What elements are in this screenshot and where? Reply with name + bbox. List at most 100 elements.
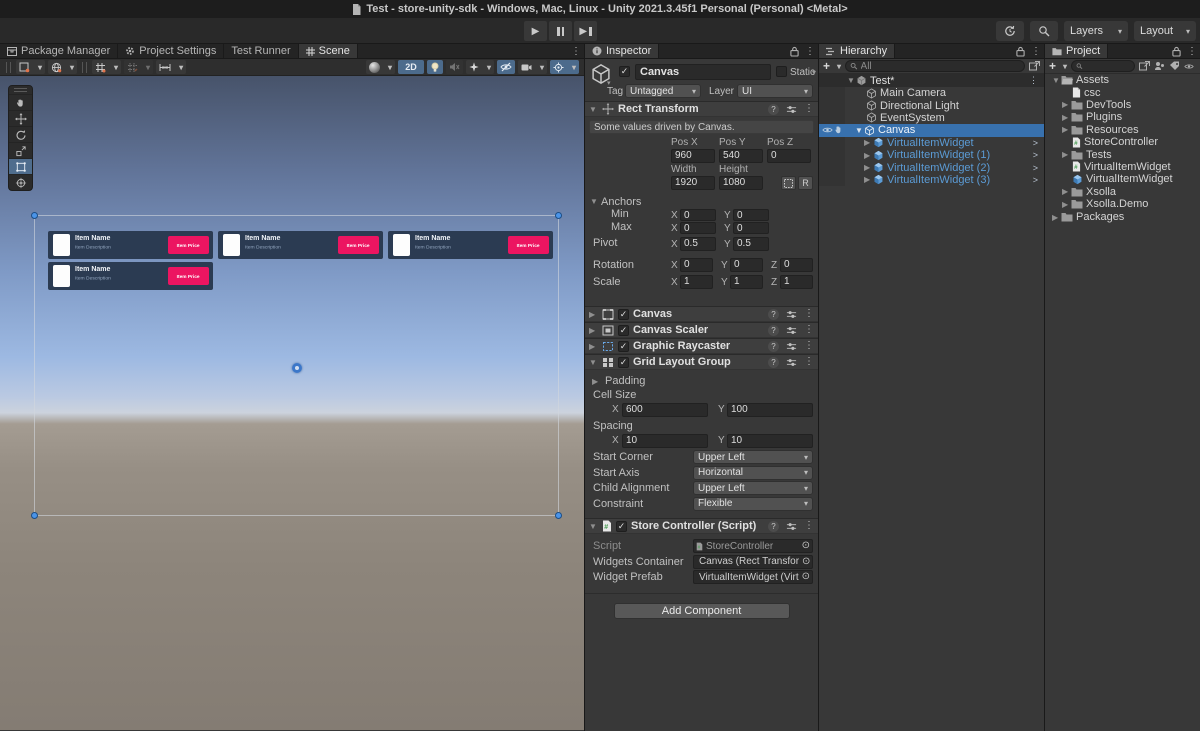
- widget-prefab-field[interactable]: # VirtualItemWidget (Virt ⊙: [693, 570, 813, 584]
- foldout-closed-icon[interactable]: ▶: [589, 310, 598, 319]
- inspector-menu-kebab[interactable]: ⋮: [805, 47, 815, 57]
- item-price-button[interactable]: Item Price: [508, 236, 549, 254]
- presets-icon[interactable]: [786, 341, 797, 352]
- scale-y-field[interactable]: 1: [730, 275, 763, 289]
- foldout-open-icon[interactable]: ▼: [589, 358, 598, 367]
- graphic-raycaster-header[interactable]: ▶ ✓ Graphic Raycaster ? ⋮: [585, 338, 818, 354]
- snap-increment-button[interactable]: ▾: [124, 60, 153, 74]
- static-dropdown-arrow[interactable]: ▾: [812, 68, 816, 77]
- asset-store-icon[interactable]: [1154, 61, 1165, 71]
- spacing-x-field[interactable]: 10: [622, 434, 708, 448]
- scene-menu-kebab[interactable]: ⋮: [1029, 76, 1038, 85]
- play-button[interactable]: ▶: [524, 21, 547, 41]
- pos-z-field[interactable]: 0: [767, 149, 811, 163]
- tab-package-manager[interactable]: Package Manager: [0, 44, 118, 58]
- hierarchy-item-directional-light[interactable]: Directional Light: [819, 99, 1044, 111]
- help-icon[interactable]: ?: [768, 341, 779, 352]
- active-checkbox[interactable]: ✓: [619, 66, 630, 77]
- tab-hierarchy[interactable]: Hierarchy: [819, 44, 895, 58]
- scene-viewport[interactable]: Item Name Item Description Item Price It…: [0, 76, 584, 730]
- lock-icon[interactable]: [790, 46, 799, 57]
- picking-hand-icon[interactable]: [834, 125, 843, 135]
- help-icon[interactable]: ?: [768, 104, 779, 115]
- component-enabled-checkbox[interactable]: ✓: [618, 341, 629, 352]
- scale-tool-button[interactable]: [9, 142, 32, 158]
- pivot-y-field[interactable]: 0.5: [733, 237, 769, 251]
- help-icon[interactable]: ?: [768, 357, 779, 368]
- start-axis-dropdown[interactable]: Horizontal▾: [693, 466, 813, 480]
- layers-dropdown[interactable]: Layers▾: [1064, 21, 1128, 41]
- raw-edit-button[interactable]: R: [798, 176, 813, 190]
- virtual-item-widget-card[interactable]: Item Name Item Description Item Price: [388, 231, 553, 259]
- effects-toggle[interactable]: ▾: [466, 60, 494, 74]
- scale-x-field[interactable]: 1: [680, 275, 713, 289]
- grid-layout-group-header[interactable]: ▼ ✓ Grid Layout Group ? ⋮: [585, 354, 818, 370]
- foldout-closed-icon[interactable]: ▶: [1062, 100, 1071, 109]
- anchor-max-y-field[interactable]: 0: [733, 222, 769, 234]
- hand-tool-button[interactable]: [9, 94, 32, 110]
- gizmos-toggle[interactable]: ▾: [550, 60, 579, 74]
- hierarchy-item-virtualitemwidget-2[interactable]: ▶ VirtualItemWidget (2) >: [819, 161, 1044, 173]
- camera-settings-button[interactable]: ▾: [518, 60, 547, 74]
- tool-handle-position-button[interactable]: ▾: [16, 60, 45, 74]
- project-item-devtools[interactable]: ▶ DevTools: [1045, 99, 1200, 111]
- anchors-foldout[interactable]: ▼: [590, 197, 599, 206]
- scene-lighting-toggle[interactable]: [427, 60, 443, 74]
- virtual-item-widget-card[interactable]: Item Name Item Description Item Price: [48, 262, 213, 290]
- scene-menu-kebab[interactable]: ⋮: [571, 47, 581, 57]
- project-item-resources[interactable]: ▶ Resources: [1045, 124, 1200, 136]
- tab-project[interactable]: Project: [1045, 44, 1108, 58]
- open-in-window-icon[interactable]: [1139, 61, 1150, 71]
- foldout-closed-icon[interactable]: ▶: [1052, 213, 1061, 222]
- component-menu-kebab[interactable]: ⋮: [804, 309, 814, 319]
- blueprint-mode-button[interactable]: [781, 176, 796, 190]
- widgets-container-field[interactable]: Canvas (Rect Transfor ⊙: [693, 555, 813, 569]
- prefab-open-chevron[interactable]: >: [1033, 175, 1038, 185]
- object-picker-icon[interactable]: ⊙: [802, 541, 810, 551]
- foldout-closed-icon[interactable]: ▶: [1062, 125, 1071, 134]
- padding-foldout[interactable]: ▶: [592, 377, 601, 386]
- pause-button[interactable]: [549, 21, 572, 41]
- foldout-open-icon[interactable]: ▼: [855, 126, 864, 135]
- child-alignment-dropdown[interactable]: Upper Left▾: [693, 481, 813, 495]
- gameobject-name-field[interactable]: [635, 64, 771, 80]
- rotation-y-field[interactable]: 0: [730, 258, 763, 272]
- eye-icon[interactable]: [1184, 62, 1194, 71]
- component-menu-kebab[interactable]: ⋮: [804, 341, 814, 351]
- open-in-window-icon[interactable]: [1029, 61, 1040, 71]
- 2d-toggle[interactable]: 2D: [398, 60, 424, 74]
- hierarchy-menu-kebab[interactable]: ⋮: [1031, 47, 1041, 57]
- store-controller-header[interactable]: ▼ # ✓ Store Controller (Script) ? ⋮: [585, 518, 818, 534]
- width-field[interactable]: 1920: [671, 176, 715, 190]
- pos-y-field[interactable]: 540: [719, 149, 763, 163]
- foldout-closed-icon[interactable]: ▶: [864, 151, 873, 160]
- undo-history-button[interactable]: [996, 21, 1024, 41]
- item-price-button[interactable]: Item Price: [168, 267, 209, 285]
- hierarchy-item-main-camera[interactable]: Main Camera: [819, 87, 1044, 99]
- project-search[interactable]: [1071, 60, 1135, 72]
- presets-icon[interactable]: [786, 521, 797, 532]
- component-enabled-checkbox[interactable]: ✓: [618, 309, 629, 320]
- layer-dropdown[interactable]: UI▾: [737, 84, 813, 98]
- layout-dropdown[interactable]: Layout▾: [1134, 21, 1196, 41]
- component-menu-kebab[interactable]: ⋮: [804, 325, 814, 335]
- anchor-min-x-field[interactable]: 0: [680, 209, 716, 221]
- rect-transform-header[interactable]: ▼ Rect Transform ? ⋮: [585, 101, 818, 117]
- snap-settings-button[interactable]: ▾: [156, 60, 186, 74]
- hierarchy-search[interactable]: [845, 60, 1025, 72]
- presets-icon[interactable]: [786, 309, 797, 320]
- foldout-closed-icon[interactable]: ▶: [589, 326, 598, 335]
- project-item-virtualitemwidget-prefab[interactable]: VirtualItemWidget: [1045, 173, 1200, 185]
- label-tag-icon[interactable]: [1169, 61, 1180, 71]
- rotation-z-field[interactable]: 0: [780, 258, 813, 272]
- foldout-open-icon[interactable]: ▼: [847, 76, 856, 85]
- help-icon[interactable]: ?: [768, 309, 779, 320]
- tools-drag-handle[interactable]: [9, 86, 32, 94]
- hierarchy-item-virtualitemwidget[interactable]: ▶ VirtualItemWidget >: [819, 137, 1044, 149]
- tab-test-runner[interactable]: Test Runner: [224, 44, 298, 58]
- tool-handle-rotation-button[interactable]: ▾: [48, 60, 77, 74]
- foldout-closed-icon[interactable]: ▶: [864, 163, 873, 172]
- component-enabled-checkbox[interactable]: ✓: [616, 521, 627, 532]
- canvas-scaler-header[interactable]: ▶ ✓ Canvas Scaler ? ⋮: [585, 322, 818, 338]
- help-icon[interactable]: ?: [768, 325, 779, 336]
